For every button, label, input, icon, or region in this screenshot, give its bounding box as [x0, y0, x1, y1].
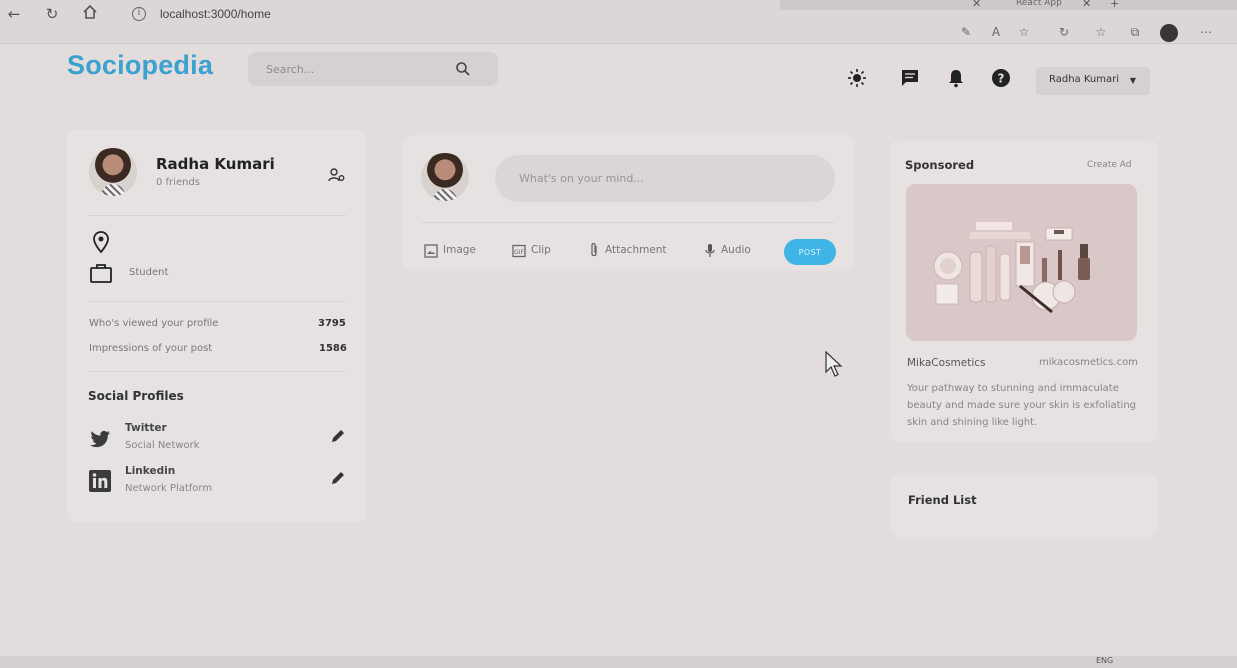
linkedin-icon [89, 470, 111, 492]
sponsored-heading: Sponsored [905, 158, 975, 172]
friend-count: 0 friends [156, 177, 200, 188]
close-tab-icon[interactable]: ✕ [972, 0, 981, 10]
refresh-extension-icon[interactable]: ↻ [1056, 24, 1072, 40]
image-action-label[interactable]: Image [443, 244, 476, 256]
sun-icon[interactable] [847, 68, 867, 88]
twitter-icon [90, 430, 110, 448]
message-icon[interactable] [900, 68, 920, 88]
home-icon[interactable] [80, 4, 100, 24]
composer-avatar[interactable] [421, 153, 469, 201]
read-aloud-icon[interactable]: A [988, 24, 1004, 40]
impressions-label: Impressions of your post [89, 343, 213, 354]
edit-icon[interactable] [330, 428, 346, 444]
edit-icon[interactable] [330, 470, 346, 486]
arrow-left-icon[interactable]: ← [4, 4, 24, 24]
ad-brand-name[interactable]: MikaCosmetics [907, 357, 986, 369]
bell-icon[interactable] [946, 68, 966, 88]
address-bar[interactable]: localhost:3000/home [160, 7, 271, 21]
search-input[interactable] [266, 60, 456, 78]
search-bar [248, 52, 498, 86]
location-icon [93, 231, 109, 253]
mic-icon[interactable] [705, 243, 715, 259]
create-ad-link[interactable]: Create Ad [1087, 160, 1131, 170]
linkedin-name[interactable]: Linkedin [125, 465, 175, 477]
attachment-action-label[interactable]: Attachment [605, 244, 667, 256]
profile-name[interactable]: Radha Kumari [156, 155, 275, 173]
manage-accounts-icon[interactable] [328, 167, 346, 183]
twitter-name[interactable]: Twitter [125, 422, 167, 434]
favorites-icon[interactable]: ☆ [1093, 24, 1109, 40]
language-indicator[interactable]: ENG [1096, 656, 1113, 665]
ad-image[interactable] [906, 184, 1137, 341]
briefcase-icon [90, 264, 112, 283]
new-tab-icon[interactable]: + [1110, 0, 1119, 10]
close-tab-icon[interactable]: ✕ [1082, 0, 1091, 10]
linkedin-subtitle: Network Platform [125, 483, 213, 494]
profile-views-label: Who's viewed your profile [89, 318, 219, 329]
post-button[interactable]: POST [784, 239, 836, 265]
site-info-icon[interactable]: i [132, 7, 146, 21]
clip-action-label[interactable]: Clip [531, 244, 551, 256]
cosmetics-product-image [906, 184, 1137, 341]
reload-icon[interactable]: ↻ [42, 4, 62, 24]
browser-toolbar: ✕ React App ✕ + ← ↻ i localhost:3000/hom… [0, 0, 1237, 44]
app-logo[interactable]: Sociopedia [67, 50, 213, 81]
divider [88, 371, 346, 372]
friend-list-heading: Friend List [908, 493, 977, 507]
tab-strip: ✕ React App ✕ + [780, 0, 1237, 10]
caret-down-icon: ▼ [1129, 76, 1136, 85]
favorite-icon[interactable]: ☆ [1016, 24, 1032, 40]
browser-profile-avatar[interactable] [1160, 24, 1178, 42]
avatar[interactable] [89, 148, 137, 196]
search-icon[interactable] [454, 60, 472, 78]
clip-icon[interactable]: GIF [512, 244, 526, 258]
taskbar: ENG [0, 656, 1237, 668]
profile-views-value: 3795 [318, 318, 346, 329]
attachment-icon[interactable] [588, 242, 600, 259]
post-input[interactable] [495, 155, 835, 202]
mouse-cursor-icon [825, 350, 843, 377]
user-menu-label: Radha Kumari [1049, 74, 1120, 85]
pen-icon[interactable]: ✎ [958, 24, 974, 40]
divider [88, 215, 346, 216]
user-menu-select[interactable]: Radha Kumari ▼ [1036, 67, 1150, 95]
social-profiles-heading: Social Profiles [88, 389, 184, 403]
divider [88, 301, 346, 302]
tab-title[interactable]: React App [1016, 0, 1062, 8]
collections-icon[interactable]: ⧉ [1127, 24, 1143, 40]
ad-site-link[interactable]: mikacosmetics.com [1039, 357, 1138, 368]
audio-action-label[interactable]: Audio [721, 244, 751, 256]
svg-text:?: ? [998, 72, 1005, 86]
more-icon[interactable]: ⋯ [1198, 24, 1214, 40]
divider [422, 222, 834, 223]
twitter-subtitle: Social Network [125, 440, 200, 451]
svg-text:GIF: GIF [514, 249, 524, 256]
help-icon[interactable]: ? [991, 68, 1011, 88]
occupation-text: Student [129, 267, 169, 278]
impressions-value: 1586 [319, 343, 347, 354]
image-icon[interactable] [424, 244, 438, 258]
ad-description: Your pathway to stunning and immaculate … [907, 383, 1137, 428]
